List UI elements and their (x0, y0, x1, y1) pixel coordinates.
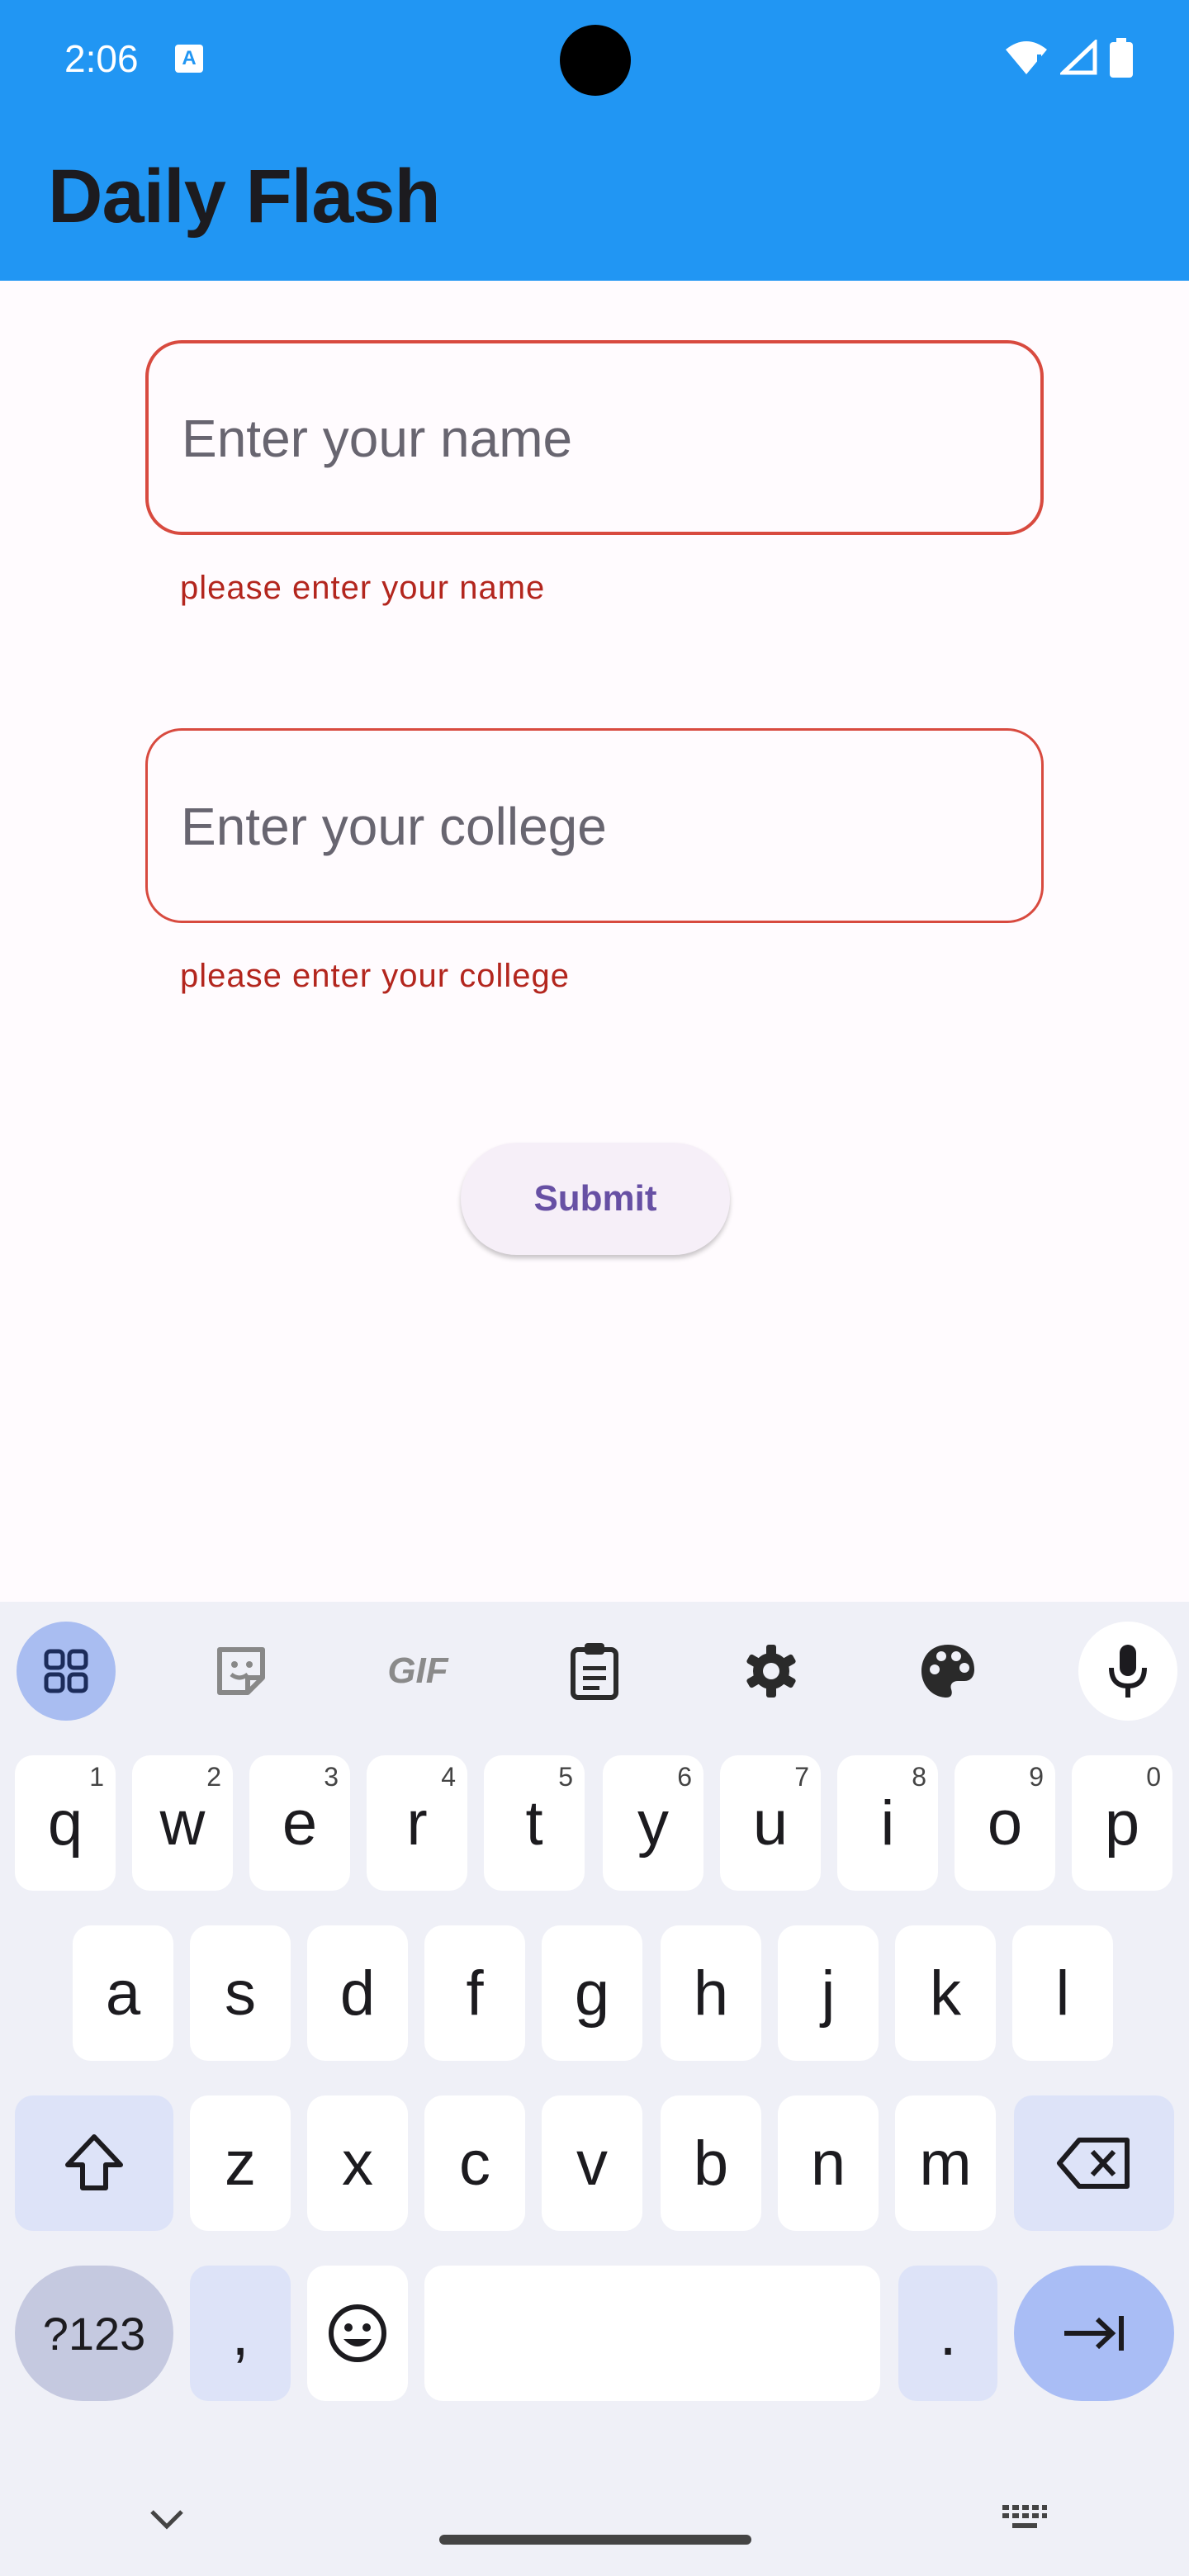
key-h[interactable]: h (661, 1925, 761, 2061)
backspace-key[interactable] (1014, 2095, 1174, 2231)
name-field[interactable] (145, 340, 1044, 535)
key-f[interactable]: f (424, 1925, 525, 2061)
key-q[interactable]: q1 (15, 1755, 116, 1891)
clipboard-icon[interactable] (545, 1622, 644, 1721)
gif-label: GIF (387, 1650, 448, 1691)
microphone-icon[interactable] (1078, 1622, 1177, 1721)
cell-signal-icon (1060, 40, 1097, 75)
settings-gear-icon[interactable] (722, 1622, 821, 1721)
key-b[interactable]: b (661, 2095, 761, 2231)
apps-grid-icon[interactable] (17, 1622, 116, 1721)
name-error-text: please enter your name (180, 570, 546, 606)
key-x[interactable]: x (307, 2095, 408, 2231)
key-l[interactable]: l (1012, 1925, 1113, 2061)
key-a[interactable]: a (73, 1925, 173, 2061)
enter-next-key[interactable] (1014, 2266, 1174, 2401)
app-bar: 2:06 A Daily Flash (0, 0, 1189, 281)
key-c[interactable]: c (424, 2095, 525, 2231)
symbols-key[interactable]: ?123 (15, 2266, 173, 2401)
key-w[interactable]: w2 (132, 1755, 233, 1891)
key-u[interactable]: u7 (720, 1755, 821, 1891)
comma-key[interactable]: , (190, 2266, 291, 2401)
key-e[interactable]: e3 (249, 1755, 350, 1891)
battery-icon (1110, 38, 1133, 78)
emoji-icon (329, 2304, 386, 2362)
name-input[interactable] (180, 343, 1009, 533)
shift-key[interactable] (15, 2095, 173, 2231)
key-k[interactable]: k (895, 1925, 996, 2061)
college-field[interactable] (145, 728, 1044, 923)
period-key[interactable]: . (898, 2266, 997, 2401)
key-v[interactable]: v (542, 2095, 642, 2231)
status-time: 2:06 (64, 37, 139, 80)
tab-next-arrow-icon (1064, 2316, 1124, 2351)
key-g[interactable]: g (542, 1925, 642, 2061)
on-screen-keyboard: GIF q 1 w 2 e 3 r 4 t 5 y 6 u 7 i 8 o 9 … (0, 1602, 1189, 2576)
key-r[interactable]: r4 (367, 1755, 467, 1891)
key-n[interactable]: n (778, 2095, 879, 2231)
front-camera-cutout (560, 25, 631, 96)
backspace-icon (1057, 2138, 1130, 2189)
key-s[interactable]: s (190, 1925, 291, 2061)
key-i[interactable]: i8 (837, 1755, 938, 1891)
app-title: Daily Flash (48, 154, 441, 239)
space-bar[interactable] (424, 2266, 880, 2401)
accessibility-notification-icon: A (175, 45, 203, 73)
keyboard-switch-icon[interactable] (1001, 2503, 1049, 2531)
key-z[interactable]: z (190, 2095, 291, 2231)
key-o[interactable]: o9 (955, 1755, 1055, 1891)
palette-icon[interactable] (898, 1622, 997, 1721)
hide-keyboard-chevron-icon[interactable] (149, 2507, 185, 2531)
college-error-text: please enter your college (180, 958, 570, 994)
key-p[interactable]: p0 (1072, 1755, 1172, 1891)
emoji-key[interactable] (307, 2266, 408, 2401)
key-j[interactable]: j (778, 1925, 879, 2061)
sticker-icon[interactable] (192, 1622, 291, 1721)
submit-button[interactable]: Submit (461, 1143, 730, 1255)
college-input[interactable] (179, 731, 1008, 922)
status-icons (1004, 38, 1133, 78)
key-t[interactable]: t5 (484, 1755, 585, 1891)
shift-arrow-icon (65, 2134, 123, 2190)
key-y[interactable]: y6 (603, 1755, 703, 1891)
gif-icon[interactable]: GIF (368, 1622, 467, 1721)
key-m[interactable]: m (895, 2095, 996, 2231)
navigation-bar (0, 2460, 1189, 2576)
wifi-icon (1006, 41, 1047, 74)
key-d[interactable]: d (307, 1925, 408, 2061)
home-gesture-pill[interactable] (439, 2535, 751, 2545)
